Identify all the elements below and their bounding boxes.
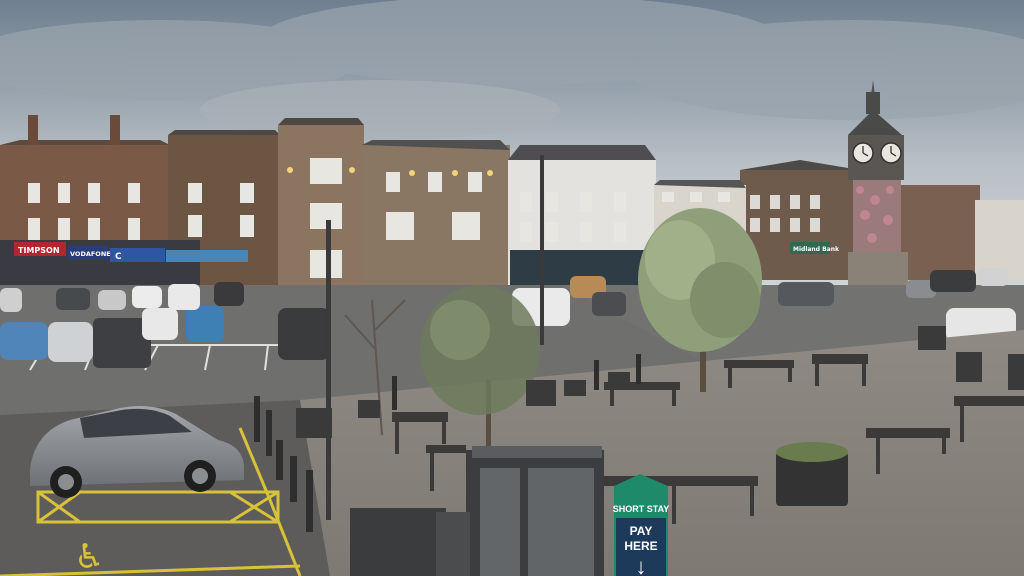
telephone-box xyxy=(466,446,604,576)
wheelchair-icon: ♿ xyxy=(74,537,104,576)
sign-pay: PAY xyxy=(630,524,653,538)
litter-bin xyxy=(956,352,982,382)
down-arrow-icon: ↓ xyxy=(636,554,647,576)
short-stay-sign: SHORT STAY PAY HERE ↓ xyxy=(613,474,670,576)
second-shop-label: C xyxy=(115,252,122,262)
sign-here: HERE xyxy=(624,539,657,553)
sign-short-stay: SHORT STAY xyxy=(613,504,670,514)
vodafone-label: VODAFONE xyxy=(70,250,111,258)
market-square-scene: Midland Bank TIMPSON VODAFONE C ♿ SHORT … xyxy=(0,0,1024,576)
timpson-label: TIMPSON xyxy=(18,246,60,255)
shop-sign-right: Midland Bank xyxy=(793,246,840,253)
scene-svg: Midland Bank TIMPSON VODAFONE C ♿ SHORT … xyxy=(0,0,1024,576)
utility-box xyxy=(350,508,446,576)
